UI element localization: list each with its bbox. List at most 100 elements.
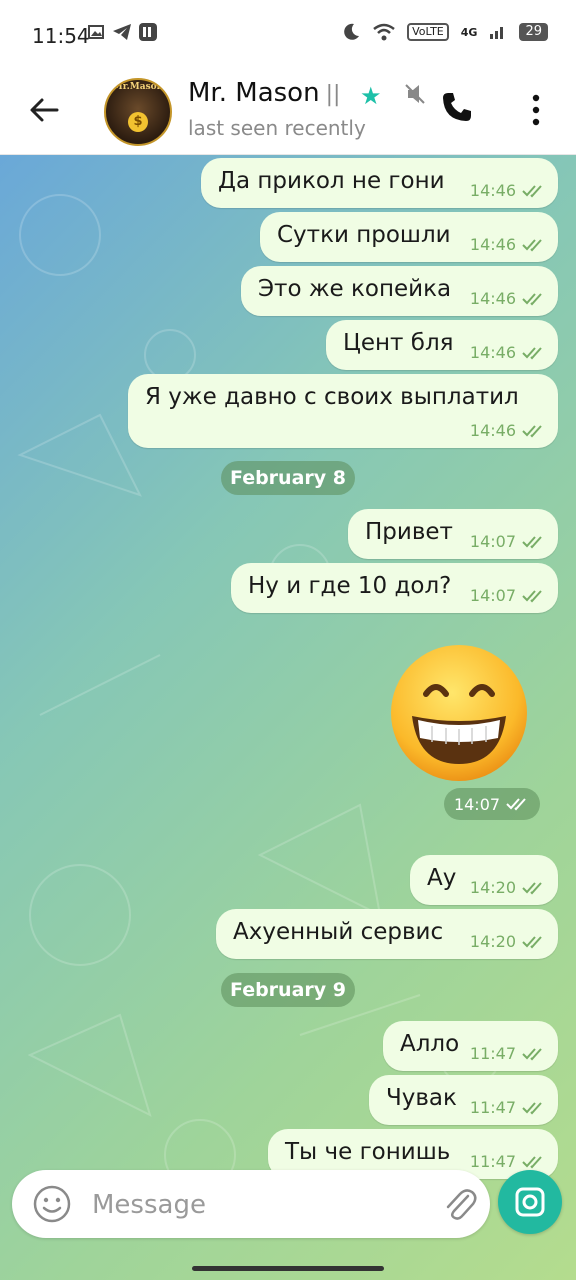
message-bubble[interactable]: Сутки прошли 14:46 [260, 212, 558, 262]
read-checkmarks-icon [522, 1155, 542, 1168]
battery-indicator: 29 [519, 23, 548, 41]
message-bubble[interactable]: Ну и где 10 дол? 14:07 [231, 563, 558, 613]
message-time: 14:46 [469, 343, 516, 362]
message-time: 14:46 [469, 181, 516, 200]
chat-area[interactable]: Да прикол не гони 14:46 Сутки прошли 14:… [0, 155, 576, 1280]
phone-icon [443, 93, 471, 121]
message-text: Ты че гонишь [285, 1139, 451, 1165]
status-system-icons: VoLTE 4G 29 [341, 22, 548, 42]
message-meta: 14:46 [470, 343, 546, 362]
message-meta: 14:20 [470, 932, 546, 951]
message-text: Да прикол не гони [218, 168, 445, 194]
read-checkmarks-icon [522, 589, 542, 602]
message-meta: 14:46 [470, 235, 546, 254]
volte-badge: VoLTE [407, 23, 449, 41]
avatar[interactable]: Mr.Mason $ [104, 78, 172, 146]
sticker-time: 14:07 [453, 794, 501, 814]
message-time: 11:47 [469, 1098, 516, 1117]
message-bubble[interactable]: Я уже давно с своих выплатил 14:46 [128, 374, 558, 448]
muted-icon [405, 84, 425, 104]
wifi-icon [373, 23, 395, 41]
message-bubble[interactable]: Привет 14:07 [348, 509, 558, 559]
read-checkmarks-icon [522, 535, 542, 548]
read-checkmarks-icon [522, 935, 542, 948]
message-meta: 14:20 [470, 878, 546, 897]
app-icon [139, 23, 157, 41]
message-bubble[interactable]: Ау 14:20 [410, 855, 558, 905]
more-options-button[interactable] [520, 90, 552, 130]
status-notification-icons [88, 22, 158, 42]
message-meta: 11:47 [470, 1044, 546, 1063]
message-text: Цент бля [343, 330, 454, 356]
message-time: 14:46 [469, 289, 516, 308]
emoji-smile-icon[interactable] [32, 1184, 72, 1224]
date-separator: February 8 [221, 461, 355, 495]
read-checkmarks-icon [522, 1047, 542, 1060]
message-meta: 14:07 [470, 532, 546, 551]
read-checkmarks-icon [522, 184, 542, 197]
read-checkmarks-icon [506, 798, 526, 811]
home-indicator[interactable] [192, 1266, 384, 1271]
dots-vertical-icon [532, 94, 540, 126]
chat-header: Mr.Mason $ Mr. Mason || ★ last seen recen… [0, 72, 576, 155]
contact-name-text: Mr. Mason [188, 78, 320, 108]
message-meta: 11:47 [470, 1098, 546, 1117]
status-time: 11:54 [32, 24, 90, 48]
message-text: Ау [427, 865, 457, 891]
sticker-meta: 14:07 [444, 788, 540, 820]
network-label: 4G [460, 25, 478, 39]
message-time: 14:46 [469, 235, 516, 254]
message-time: 11:47 [469, 1044, 516, 1063]
message-bubble[interactable]: Да прикол не гони 14:46 [201, 158, 558, 208]
back-button[interactable] [24, 90, 64, 130]
message-text: Чувак [386, 1085, 457, 1111]
message-meta: 14:07 [470, 586, 546, 605]
last-seen-status: last seen recently [188, 116, 366, 140]
message-text: Это же копейка [258, 276, 452, 302]
message-text: Алло [400, 1031, 460, 1057]
read-checkmarks-icon [522, 292, 542, 305]
grinning-emoji-sticker[interactable] [388, 642, 530, 784]
camera-button[interactable] [498, 1170, 562, 1234]
message-time: 14:20 [469, 878, 516, 897]
message-bubble[interactable]: Цент бля 14:46 [326, 320, 558, 370]
message-meta: 14:46 [470, 181, 546, 200]
read-checkmarks-icon [522, 424, 542, 437]
message-input[interactable] [90, 1182, 394, 1228]
message-bubble[interactable]: Алло 11:47 [383, 1021, 558, 1071]
message-text: Я уже давно с своих выплатил [145, 384, 519, 410]
contact-name[interactable]: Mr. Mason || [188, 78, 340, 108]
message-meta: 11:47 [470, 1152, 546, 1171]
avatar-text: Mr.Mason [112, 82, 164, 92]
call-button[interactable] [440, 90, 480, 130]
read-checkmarks-icon [522, 346, 542, 359]
camera-icon [515, 1187, 545, 1217]
message-time: 14:46 [469, 421, 516, 440]
paperclip-icon[interactable] [440, 1184, 480, 1224]
moon-icon [344, 23, 360, 40]
read-checkmarks-icon [522, 1101, 542, 1114]
message-meta: 14:46 [470, 289, 546, 308]
arrow-left-icon [30, 98, 59, 122]
telegram-icon [113, 24, 131, 40]
date-separator: February 9 [221, 973, 355, 1007]
message-text: Ахуенный сервис [233, 919, 444, 945]
gallery-icon [88, 25, 104, 39]
message-composer [12, 1170, 490, 1238]
message-text: Сутки прошли [277, 222, 451, 248]
message-time: 11:47 [469, 1152, 516, 1171]
dollar-coin-icon: $ [128, 112, 148, 132]
star-icon: ★ [360, 82, 382, 110]
message-meta: 14:46 [470, 421, 546, 440]
message-time: 14:07 [469, 532, 516, 551]
message-bubble[interactable]: Это же копейка 14:46 [241, 266, 558, 316]
message-time: 14:20 [469, 932, 516, 951]
message-bubble[interactable]: Ахуенный сервис 14:20 [216, 909, 558, 959]
title-suffix: || [325, 82, 341, 107]
message-time: 14:07 [469, 586, 516, 605]
signal-icon [490, 27, 504, 39]
message-text: Ну и где 10 дол? [248, 573, 452, 599]
read-checkmarks-icon [522, 238, 542, 251]
read-checkmarks-icon [522, 881, 542, 894]
message-bubble[interactable]: Чувак 11:47 [369, 1075, 558, 1125]
